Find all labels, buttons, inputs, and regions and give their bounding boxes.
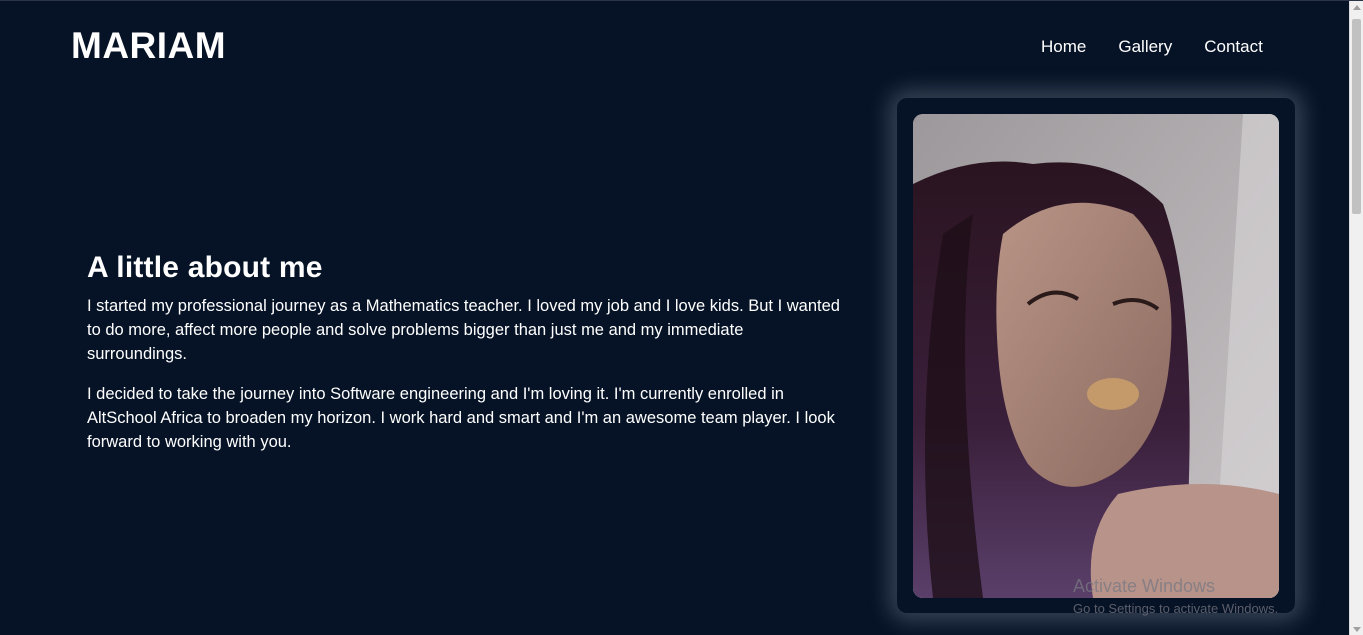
- profile-photo-illustration: [913, 114, 1279, 598]
- nav-link-gallery[interactable]: Gallery: [1118, 37, 1172, 57]
- page: MARIAM Home Gallery Contact A little abo…: [0, 0, 1363, 635]
- watermark-subtitle: Go to Settings to activate Windows.: [1073, 601, 1279, 616]
- vertical-scrollbar[interactable]: [1349, 1, 1363, 635]
- about-section: A little about me I started my professio…: [87, 251, 847, 470]
- profile-photo-card: [897, 98, 1295, 613]
- nav-link-home[interactable]: Home: [1041, 37, 1086, 57]
- about-paragraph-2: I decided to take the journey into Softw…: [87, 385, 835, 451]
- scrollbar-thumb[interactable]: [1352, 19, 1361, 214]
- profile-photo: [913, 114, 1279, 598]
- nav-link-contact[interactable]: Contact: [1204, 37, 1263, 57]
- watermark-title: Activate Windows: [1073, 576, 1216, 596]
- main-nav: Home Gallery Contact: [1041, 37, 1263, 57]
- site-logo[interactable]: MARIAM: [71, 25, 226, 67]
- site-header: MARIAM Home Gallery Contact: [0, 1, 1349, 91]
- about-heading: A little about me: [87, 251, 323, 284]
- activate-windows-watermark: Activate Windows Go to Settings to activ…: [1073, 576, 1278, 616]
- scroll-down-arrow-icon[interactable]: [1353, 627, 1361, 632]
- about-paragraph-1: I started my professional journey as a M…: [87, 297, 840, 363]
- scroll-up-arrow-icon[interactable]: [1353, 5, 1361, 10]
